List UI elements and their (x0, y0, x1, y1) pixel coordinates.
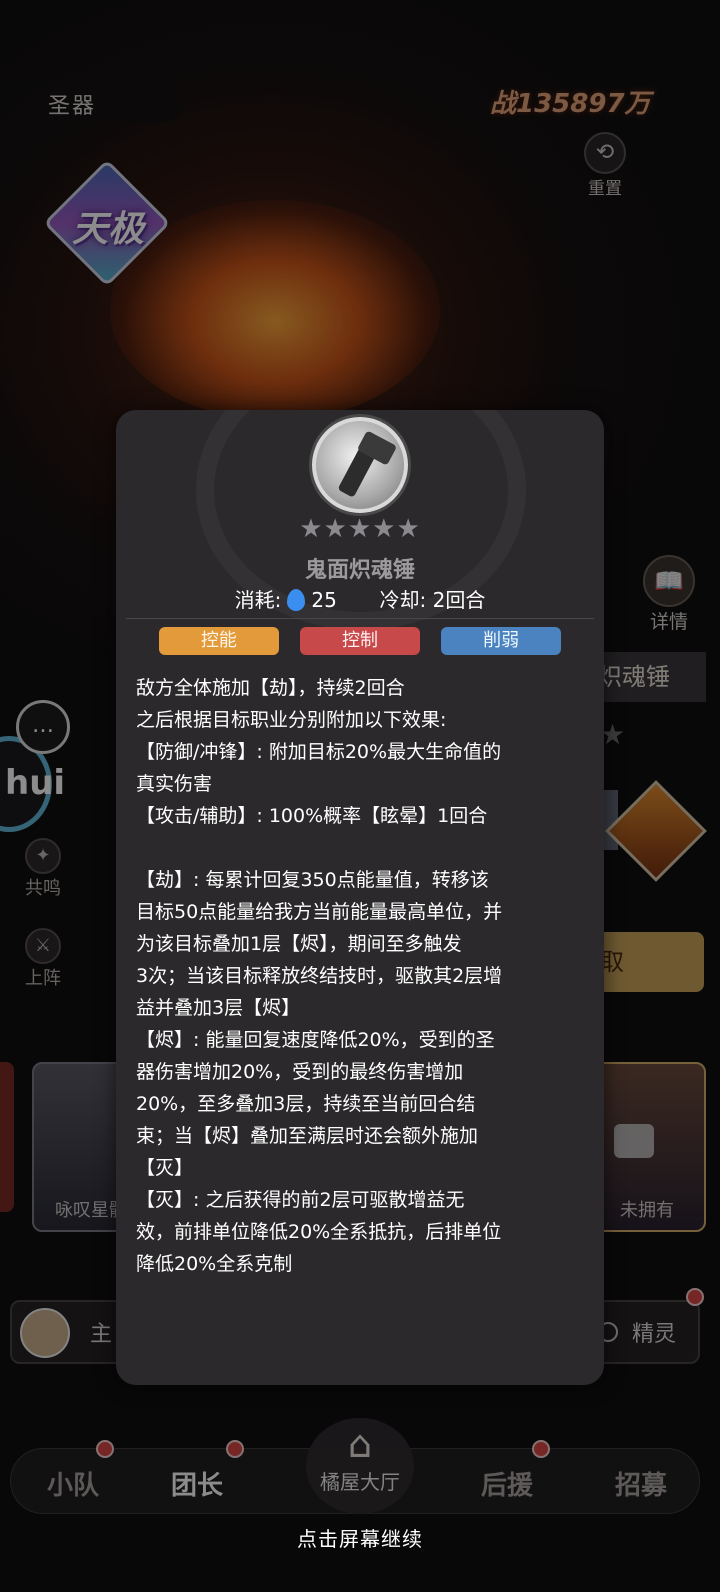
deploy-icon: ⚔ (25, 928, 61, 964)
skill-line: 【攻击/辅助】: 100%概率【眩晕】1回合 (136, 805, 488, 827)
cost-label: 消耗: (234, 588, 282, 612)
skill-icon[interactable] (605, 780, 707, 882)
skill-line: 敌方全体施加【劫】，持续2回合 (136, 677, 405, 699)
skill-line: 【烬】: 能量回复速度降低20%，受到的圣 (136, 1029, 495, 1051)
detail-label: 详情 (649, 611, 688, 633)
skill-line: 益并叠加3层【烬】 (136, 997, 301, 1019)
hammer-emblem-icon (312, 417, 408, 513)
skill-line: 【防御/冲锋】: 附加目标20%最大生命值的 (136, 741, 502, 763)
artifact-card-locked-label: 未拥有 (620, 1200, 674, 1221)
skill-line: 效，前排单位降低20%全系抵抗，后排单位 (136, 1221, 502, 1243)
rank-badge: 天极 (42, 159, 172, 287)
notification-dot (686, 1288, 704, 1306)
nav-item-support[interactable]: 后援 (481, 1465, 533, 1502)
skill-line: 降低20%全系克制 (136, 1253, 293, 1275)
nav-home-button[interactable]: ⌂ 橘屋大厅 (306, 1418, 414, 1514)
cooldown-value: 2回合 (432, 588, 486, 612)
skill-line: 20%，至多叠加3层，持续至当前回合结 (136, 1093, 476, 1115)
reset-button[interactable]: ⟲ 重置 (578, 132, 632, 199)
artifact-name: 鬼面炽魂锤 (304, 558, 415, 583)
rank-badge-text: 天极 (71, 209, 144, 250)
tag-control: 控制 (300, 627, 420, 655)
nav-item-squad[interactable]: 小队 (47, 1465, 99, 1502)
star-rating: ★★★★★ (299, 514, 421, 544)
card-partial[interactable] (0, 1062, 14, 1212)
role-bar-right-label[interactable]: 精灵 (632, 1316, 676, 1348)
skill-line: 之后根据目标职业分别附加以下效果: (136, 709, 447, 731)
combat-power: 战135897万 (490, 89, 651, 119)
nav-item-recruit[interactable]: 招募 (615, 1465, 667, 1502)
cat-house-icon: ⌂ (347, 1422, 373, 1466)
nav-home-label: 橘屋大厅 (320, 1470, 400, 1494)
skill-line: 为该目标叠加1层【烬】，期间至多触发 (136, 933, 462, 955)
deploy-button[interactable]: ⚔ 上阵 (18, 928, 68, 990)
artifact-skill-popup: ★★★★★ 鬼面炽魂锤 消耗: 25 冷却: 2回合 控能 控制 削弱 敌方全体施… (116, 410, 604, 1385)
detail-button[interactable]: 📖 详情 (636, 555, 702, 634)
nav-notification-dot (532, 1440, 550, 1458)
cooldown-label: 冷却: (379, 588, 427, 612)
nav-notification-dot (226, 1440, 244, 1458)
skill-line: 【劫】: 每累计回复350点能量值，转移该 (136, 869, 489, 891)
resonance-label: 共鸣 (25, 878, 61, 899)
nav-item-captain[interactable]: 团长 (171, 1465, 223, 1502)
cost-line: 消耗: 25 冷却: 2回合 (116, 584, 604, 613)
skill-line: 目标50点能量给我方当前能量最高单位，并 (136, 901, 503, 923)
lock-icon (614, 1124, 654, 1158)
tab-artifact-label: 圣器 (48, 94, 97, 119)
cost-value: 25 (311, 588, 337, 612)
avatar[interactable] (20, 1308, 70, 1358)
skill-line: 真实伤害 (136, 773, 213, 795)
skill-line: 器伤害增加20%，受到的最终伤害增加 (136, 1061, 464, 1083)
get-button[interactable]: 取 (596, 932, 704, 992)
role-bar-left-label: 主 (90, 1322, 113, 1347)
skill-line-blank (136, 832, 586, 864)
resonance-button[interactable]: ✦ 共鸣 (18, 838, 68, 900)
skill-description[interactable]: 敌方全体施加【劫】，持续2回合 之后根据目标职业分别附加以下效果: 【防御/冲锋… (136, 652, 586, 1307)
tag-weaken: 削弱 (441, 627, 562, 655)
divider (126, 618, 594, 619)
book-icon: 📖 (643, 555, 695, 607)
artifact-card-locked[interactable]: 未拥有 (588, 1062, 706, 1232)
tab-artifact[interactable]: 圣器 (0, 78, 185, 122)
skill-line: 【灭】: 之后获得的前2层可驱散增益无 (136, 1189, 465, 1211)
reset-icon: ⟲ (584, 132, 626, 174)
energy-drop-icon (287, 589, 306, 611)
skill-line-cutoff (136, 652, 586, 672)
nav-notification-dot (96, 1440, 114, 1458)
skill-line: 3次；当该目标释放终结技时，驱散其2层增 (136, 965, 503, 987)
skill-line: 束；当【烬】叠加至满层时还会额外施加 (136, 1125, 479, 1147)
tag-row: 控能 控制 削弱 (116, 627, 604, 655)
artifact-title-partial: 炽魂锤 (596, 652, 706, 702)
tap-to-continue[interactable]: 点击屏幕继续 (0, 1523, 720, 1552)
reset-label: 重置 (588, 179, 622, 199)
hui-text: hui (5, 763, 66, 803)
chat-icon[interactable]: … (16, 700, 70, 754)
deploy-label: 上阵 (25, 968, 61, 989)
skill-line: 【灭】 (136, 1157, 194, 1179)
tag-control-energy: 控能 (158, 627, 279, 655)
resonance-icon: ✦ (25, 838, 61, 874)
